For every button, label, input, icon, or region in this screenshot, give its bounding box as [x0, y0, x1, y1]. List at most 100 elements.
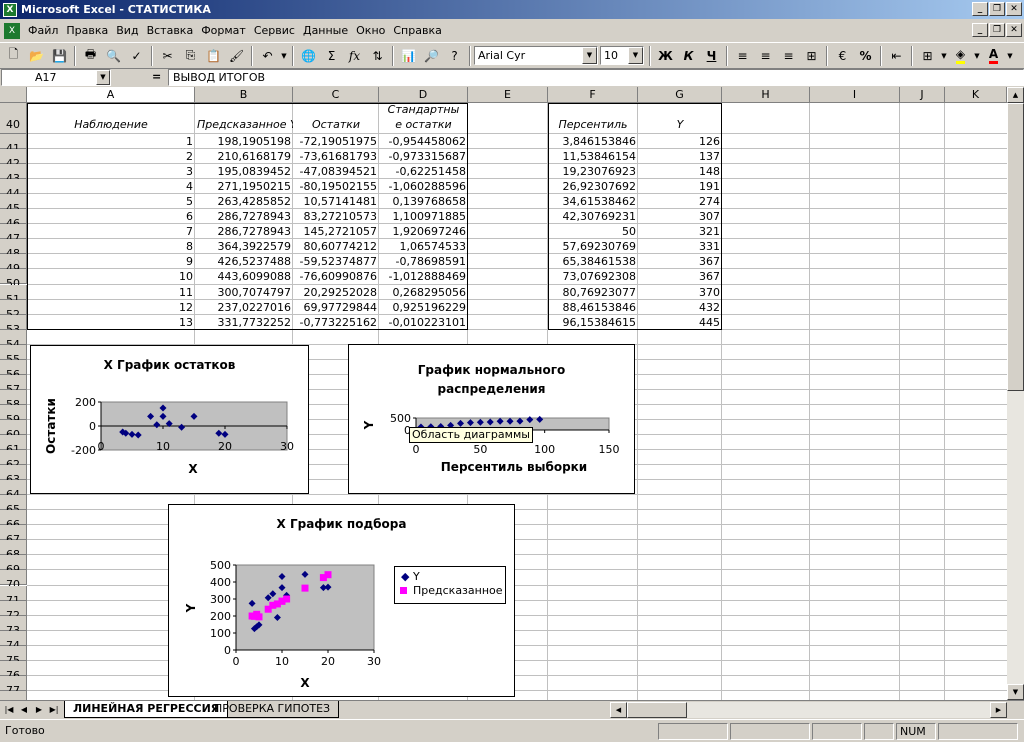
- font-name-select[interactable]: Arial Cyr ▼: [474, 46, 598, 65]
- borders-dropdown-icon[interactable]: ▼: [939, 45, 949, 67]
- table-cell[interactable]: 8: [27, 240, 195, 255]
- print-preview-icon[interactable]: 🔍: [102, 45, 125, 67]
- row-header-71[interactable]: 71: [0, 585, 27, 607]
- row-header-66[interactable]: 66: [0, 510, 27, 531]
- chart-wizard-icon[interactable]: 📊: [397, 45, 420, 67]
- column-header-i[interactable]: I: [810, 87, 900, 103]
- table-cell[interactable]: 10: [27, 270, 195, 285]
- row-header-62[interactable]: 62: [0, 450, 27, 471]
- chevron-down-icon[interactable]: ▼: [96, 70, 110, 85]
- help-icon[interactable]: ?: [443, 45, 466, 67]
- row-header-54[interactable]: 54: [0, 329, 27, 351]
- table-cell[interactable]: 195,0839452: [195, 165, 293, 180]
- table-cell[interactable]: 443,6099088: [195, 270, 293, 285]
- table-cell[interactable]: 73,07692308: [548, 270, 638, 285]
- header-std-residuals[interactable]: Стандартны: [379, 103, 468, 118]
- save-icon[interactable]: 💾: [48, 45, 71, 67]
- table-cell[interactable]: -0,78698591: [379, 255, 468, 270]
- cut-icon[interactable]: ✂: [156, 45, 179, 67]
- table-cell[interactable]: 331,7732252: [195, 316, 293, 331]
- table-cell[interactable]: 34,61538462: [548, 195, 638, 210]
- menu-data[interactable]: Данные: [299, 21, 352, 41]
- menu-file[interactable]: Файл: [24, 21, 62, 41]
- hscroll-thumb[interactable]: [627, 702, 687, 718]
- undo-icon[interactable]: ↶: [256, 45, 279, 67]
- header-predicted-y[interactable]: Предсказанное Y: [195, 118, 293, 133]
- column-header-b[interactable]: B: [195, 87, 293, 103]
- table-cell[interactable]: -1,060288596: [379, 180, 468, 195]
- row-header-47[interactable]: 47: [0, 224, 27, 245]
- table-cell[interactable]: 198,1905198: [195, 135, 293, 150]
- row-header-60[interactable]: 60: [0, 419, 27, 441]
- menu-format[interactable]: Формат: [197, 21, 250, 41]
- row-header-63[interactable]: 63: [0, 465, 27, 486]
- row-header-48[interactable]: 48: [0, 239, 27, 260]
- table-cell[interactable]: -0,954458062: [379, 135, 468, 150]
- table-cell[interactable]: 11: [27, 286, 195, 301]
- table-cell[interactable]: 7: [27, 225, 195, 240]
- next-sheet-icon[interactable]: ▶: [32, 703, 46, 717]
- table-cell[interactable]: 1,920697246: [379, 225, 468, 240]
- column-header-e[interactable]: E: [468, 87, 548, 103]
- table-cell[interactable]: 445: [638, 316, 722, 331]
- column-header-f[interactable]: F: [548, 87, 638, 103]
- scroll-thumb[interactable]: [1007, 103, 1024, 391]
- row-header-76[interactable]: 76: [0, 660, 27, 682]
- table-cell[interactable]: 65,38461538: [548, 255, 638, 270]
- table-cell[interactable]: 370: [638, 286, 722, 301]
- menu-window[interactable]: Окно: [352, 21, 389, 41]
- align-right-icon[interactable]: ≡: [777, 45, 800, 67]
- scroll-down-icon[interactable]: ▼: [1007, 684, 1024, 700]
- row-header-53[interactable]: 53: [0, 314, 27, 336]
- column-header-c[interactable]: C: [293, 87, 379, 103]
- row-header-44[interactable]: 44: [0, 179, 27, 200]
- table-cell[interactable]: 6: [27, 210, 195, 225]
- table-cell[interactable]: 11,53846154: [548, 150, 638, 165]
- row-header-61[interactable]: 61: [0, 435, 27, 456]
- table-cell[interactable]: 364,3922579: [195, 240, 293, 255]
- fill-dropdown-icon[interactable]: ▼: [972, 45, 982, 67]
- header-observation[interactable]: Наблюдение: [27, 118, 195, 133]
- table-cell[interactable]: -0,773225162: [293, 316, 379, 331]
- table-cell[interactable]: 237,0227016: [195, 301, 293, 316]
- table-cell[interactable]: 1: [27, 135, 195, 150]
- font-color-dropdown-icon[interactable]: ▼: [1005, 45, 1015, 67]
- vertical-scrollbar[interactable]: ▲ ▼: [1007, 87, 1024, 700]
- currency-icon[interactable]: €: [831, 45, 854, 67]
- table-cell[interactable]: 274: [638, 195, 722, 210]
- table-cell[interactable]: 2: [27, 150, 195, 165]
- table-cell[interactable]: 13: [27, 316, 195, 331]
- paste-icon[interactable]: 📋: [202, 45, 225, 67]
- table-cell[interactable]: -80,19502155: [293, 180, 379, 195]
- table-cell[interactable]: 300,7074797: [195, 286, 293, 301]
- row-header-50[interactable]: 50: [0, 269, 27, 290]
- table-cell[interactable]: 96,15384615: [548, 316, 638, 331]
- scroll-up-icon[interactable]: ▲: [1007, 87, 1024, 103]
- workbook-icon[interactable]: X: [4, 22, 20, 39]
- row-header-46[interactable]: 46: [0, 209, 27, 230]
- new-icon[interactable]: 🗋: [2, 45, 25, 67]
- table-cell[interactable]: 69,97729844: [293, 301, 379, 316]
- row-header-57[interactable]: 57: [0, 374, 27, 396]
- table-cell[interactable]: 50: [548, 225, 638, 240]
- table-cell[interactable]: 307: [638, 210, 722, 225]
- scroll-right-icon[interactable]: ▶: [990, 702, 1007, 718]
- worksheet-grid[interactable]: ABCDEFGHIJK 4041424344454647484950515253…: [0, 87, 1007, 700]
- function-icon[interactable]: fx: [343, 45, 366, 67]
- row-header-42[interactable]: 42: [0, 149, 27, 170]
- table-cell[interactable]: 286,7278943: [195, 210, 293, 225]
- horizontal-scrollbar[interactable]: ◀ ▶: [610, 702, 1007, 718]
- select-all-corner[interactable]: [0, 87, 27, 103]
- borders-icon[interactable]: ⊞: [916, 45, 939, 67]
- minimize-button[interactable]: _: [972, 2, 988, 16]
- last-sheet-icon[interactable]: ▶|: [47, 703, 61, 717]
- percent-button[interactable]: %: [854, 45, 877, 67]
- row-header-70[interactable]: 70: [0, 570, 27, 591]
- column-header-g[interactable]: G: [638, 87, 722, 103]
- table-cell[interactable]: 26,92307692: [548, 180, 638, 195]
- align-left-icon[interactable]: ≡: [731, 45, 754, 67]
- row-header-78[interactable]: 78: [0, 690, 27, 700]
- table-cell[interactable]: 426,5237488: [195, 255, 293, 270]
- row-header-64[interactable]: 64: [0, 480, 27, 501]
- table-cell[interactable]: 83,27210573: [293, 210, 379, 225]
